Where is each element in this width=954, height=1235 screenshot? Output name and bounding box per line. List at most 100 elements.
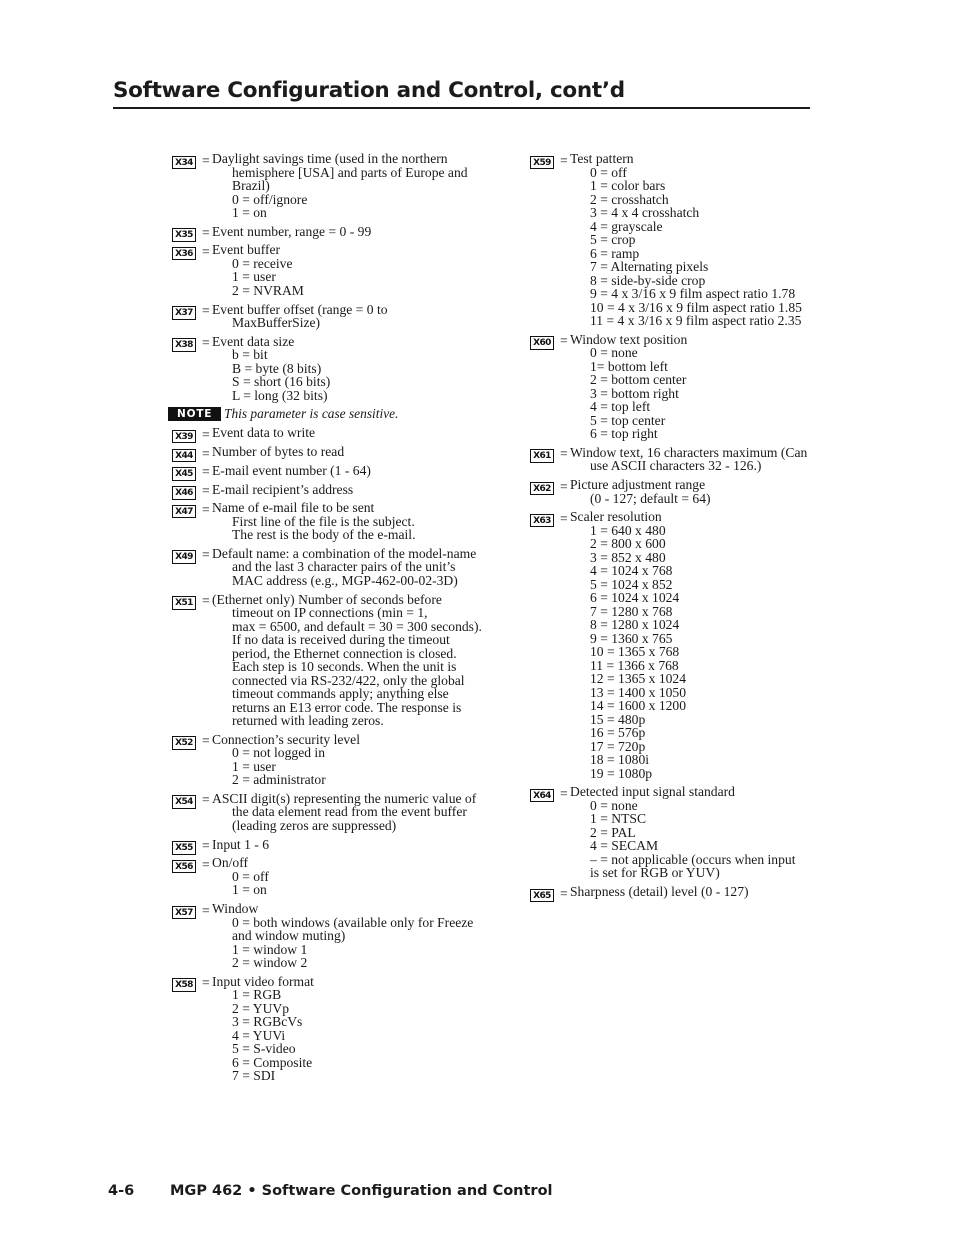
parameter-option: 1 = NTSC xyxy=(590,811,647,827)
parameter-option: 19 = 1080p xyxy=(590,765,653,781)
parameter-option: 4 = grayscale xyxy=(590,218,663,234)
parameter-description-line: Connection’s security level xyxy=(212,731,360,747)
parameter-option: 0 = off xyxy=(232,868,269,884)
parameter-entry: X47 = Name of e-mail file to be sent First … xyxy=(172,501,502,542)
parameter-entry: X52 = Connection’s security level 0 = not l… xyxy=(172,733,502,787)
parameter-description-line: Test pattern xyxy=(570,151,634,166)
parameter-description: Event data to write xyxy=(212,426,502,440)
parameter-description-continuation: MaxBufferSize) xyxy=(232,315,321,331)
parameter-option: 4 = top left xyxy=(590,399,651,415)
parameter-description-continuation: returns an E13 error code. The response … xyxy=(232,699,462,715)
parameter-badge-group: X45 = xyxy=(172,465,210,481)
parameter-badge-group: X34 = xyxy=(172,153,210,169)
parameter-entry: X58 = Input video format 1 = RGB 2 = YUVp 3 =… xyxy=(172,975,502,1083)
parameter-option: 1 = user xyxy=(232,758,276,774)
parameter-option: 6 = 1024 x 1024 xyxy=(590,590,680,606)
parameter-description: Window text position 0 = none 1= bottom le… xyxy=(570,333,870,441)
parameter-description-continuation: max = 6500, and default = 30 = 300 secon… xyxy=(232,618,482,634)
parameter-badge-group: X59 = xyxy=(530,153,568,169)
parameter-option: – = not applicable (occurs when input xyxy=(590,851,796,867)
parameter-option: 0 = none xyxy=(590,345,638,361)
parameter-description: (Ethernet only) Number of seconds before… xyxy=(212,593,502,728)
parameter-option: 10 = 4 x 3/16 x 9 film aspect ratio 1.85 xyxy=(590,299,802,315)
parameter-description-line: (Ethernet only) Number of seconds before xyxy=(212,591,442,607)
parameter-option: 3 = 4 x 4 crosshatch xyxy=(590,205,700,220)
parameter-badge-group: X61 = xyxy=(530,447,568,463)
parameter-description-continuation: the data element read from the event buf… xyxy=(232,804,467,820)
equals-sign: = xyxy=(202,225,210,241)
parameter-badge-group: X60 = xyxy=(530,334,568,350)
parameter-variable-badge: X35 xyxy=(172,228,196,242)
parameter-badge-group: X49 = xyxy=(172,548,210,564)
parameter-variable-badge: X62 xyxy=(530,481,554,496)
parameter-variable-badge: X51 xyxy=(172,596,196,610)
equals-sign: = xyxy=(202,335,210,351)
parameter-option: 7 = 1280 x 768 xyxy=(590,603,673,619)
parameter-description-continuation: Each step is 10 seconds. When the unit i… xyxy=(232,659,457,675)
parameter-description-line: Number of bytes to read xyxy=(212,444,345,460)
parameter-entry: X57 = Window 0 = both windows (available on… xyxy=(172,902,502,970)
parameter-variable-badge: X59 xyxy=(530,155,554,169)
parameter-option: 9 = 1360 x 765 xyxy=(590,630,673,646)
parameter-option: 0 = none xyxy=(590,797,638,813)
parameter-description-continuation: and the last 3 character pairs of the un… xyxy=(232,559,456,575)
parameter-description-line: Event buffer offset (range = 0 to xyxy=(212,301,388,317)
parameter-variable-badge: X57 xyxy=(172,905,196,919)
parameter-entry: X59 = Test pattern 0 = off 1 = color bars 2 =… xyxy=(530,152,870,328)
parameter-badge-group: X35 = xyxy=(172,226,210,242)
note-callout: NOTE This parameter is case sensitive. xyxy=(168,406,502,422)
parameter-option: 13 = 1400 x 1050 xyxy=(590,684,687,700)
parameter-option: 18 = 1080i xyxy=(590,752,650,768)
parameter-description: Picture adjustment range (0 - 127; defaul… xyxy=(570,478,870,505)
parameter-option: 12 = 1365 x 1024 xyxy=(590,671,687,687)
parameter-variable-badge: X36 xyxy=(172,246,196,261)
parameter-option: (0 - 127; default = 64) xyxy=(590,490,711,506)
parameter-option: The rest is the body of the e-mail. xyxy=(232,527,416,543)
parameter-entry: X55 = Input 1 - 6 xyxy=(172,838,502,855)
parameter-description: Number of bytes to read xyxy=(212,445,502,459)
parameter-option: 1 = window 1 xyxy=(232,941,308,957)
parameter-column-left: X34 = Daylight savings time (used in the n… xyxy=(168,152,502,1088)
footer-page-number: 4-6 xyxy=(108,1183,135,1199)
parameter-description-line: Scaler resolution xyxy=(570,509,662,525)
parameter-description-line: Name of e-mail file to be sent xyxy=(212,500,375,516)
parameter-entry: X44 = Number of bytes to read xyxy=(172,445,502,463)
parameter-description-line: Event buffer xyxy=(212,242,281,258)
parameter-description-continuation: period, the Ethernet connection is close… xyxy=(232,645,457,661)
parameter-badge-group: X39 = xyxy=(172,428,210,444)
parameter-description-line: Window text position xyxy=(570,331,688,347)
note-badge: NOTE xyxy=(168,407,222,422)
equals-sign: = xyxy=(202,243,210,259)
parameter-option: 8 = side-by-side crop xyxy=(590,272,706,288)
parameter-option: B = byte (8 bits) xyxy=(232,360,322,376)
parameter-option: is set for RGB or YUV) xyxy=(590,865,720,881)
parameter-description: ASCII digit(s) representing the numeric … xyxy=(212,792,502,833)
parameter-description: Window 0 = both windows (available only f… xyxy=(212,902,502,970)
parameter-description-continuation: use ASCII characters 32 - 126.) xyxy=(590,458,762,474)
parameter-option: 7 = SDI xyxy=(232,1068,276,1084)
parameter-description-continuation: If no data is received during the timeou… xyxy=(232,632,450,648)
equals-sign: = xyxy=(560,785,568,801)
page-footer: 4-6 MGP 462 • Software Configuration and… xyxy=(108,1183,553,1199)
parameter-description-line: Window text, 16 characters maximum (Can xyxy=(570,444,808,460)
equals-sign: = xyxy=(202,975,210,991)
parameter-option: 7 = Alternating pixels xyxy=(590,259,709,274)
parameter-variable-badge: X54 xyxy=(172,795,196,809)
parameter-variable-badge: X60 xyxy=(530,336,554,350)
parameter-description-line: Input video format xyxy=(212,973,314,989)
parameter-badge-group: X51 = xyxy=(172,594,210,610)
parameter-description-continuation: (leading zeros are suppressed) xyxy=(232,817,397,833)
note-text: This parameter is case sensitive. xyxy=(224,406,399,422)
parameter-entry: X45 = E-mail event number (1 - 64) xyxy=(172,464,502,481)
parameter-option: 3 = bottom right xyxy=(590,385,679,401)
parameter-entry: X60 = Window text position 0 = none 1= botto… xyxy=(530,333,870,441)
parameter-entry: X49 = Default name: a combination of the m… xyxy=(172,547,502,588)
parameter-option: 1 = color bars xyxy=(590,178,666,193)
parameter-badge-group: X44 = xyxy=(172,447,210,463)
parameter-option: 6 = top right xyxy=(590,426,658,442)
parameter-description: Detected input signal standard 0 = none 1 … xyxy=(570,785,870,880)
parameter-description: Window text, 16 characters maximum (Can u… xyxy=(570,446,870,473)
parameter-option: 0 = off/ignore xyxy=(232,191,308,207)
parameter-option: 1 = on xyxy=(232,882,267,898)
parameter-description: Connection’s security level 0 = not logge… xyxy=(212,733,502,787)
